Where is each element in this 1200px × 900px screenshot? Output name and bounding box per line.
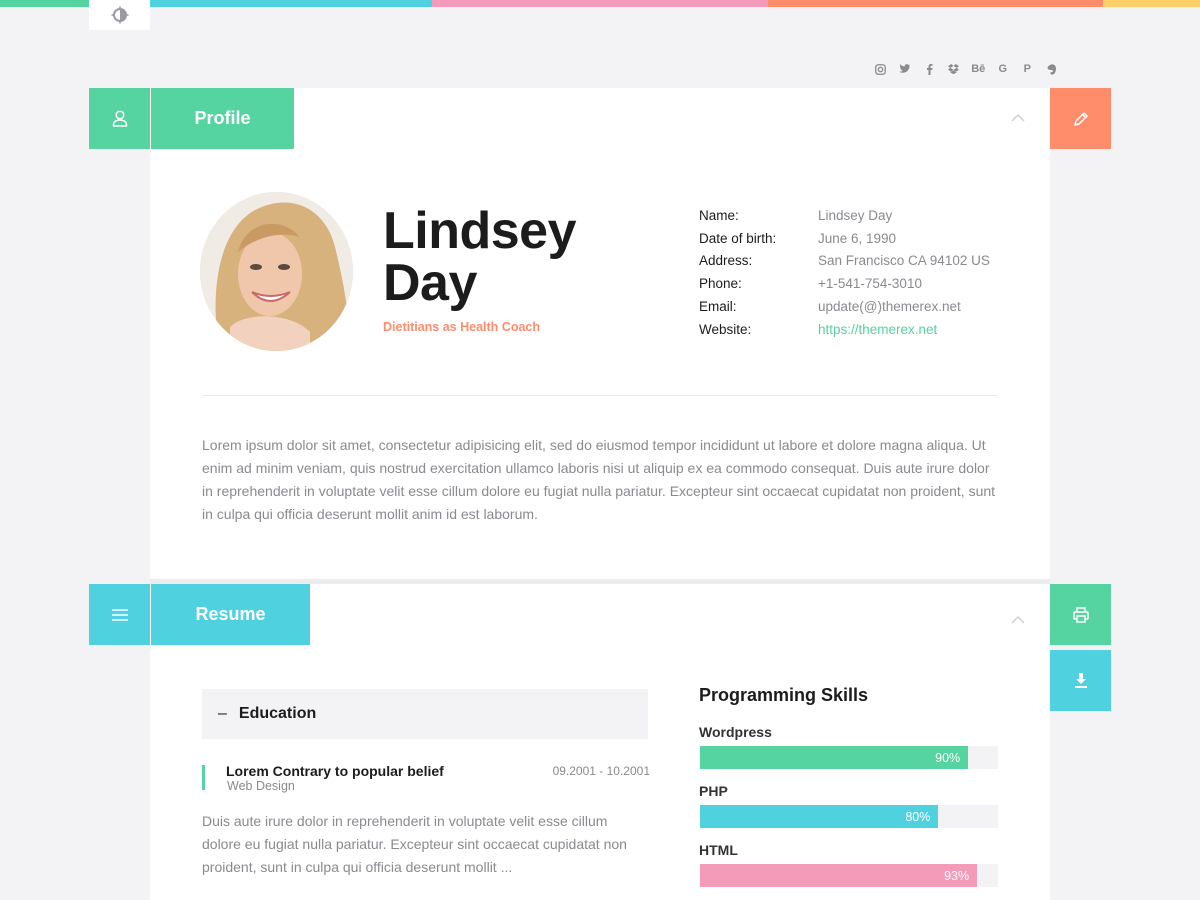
tab-profile[interactable]: Profile (151, 88, 294, 149)
info-value: Lindsey Day (818, 208, 893, 223)
info-row-website: Website: https://themerex.net (699, 319, 990, 342)
color-segment-orange (768, 0, 1103, 7)
profile-divider (202, 395, 998, 396)
color-segment-cyan (150, 0, 432, 7)
education-heading: Education (238, 705, 317, 722)
info-value: +1-541-754-3010 (818, 276, 922, 292)
profile-last-name: Day (383, 254, 477, 312)
website-link[interactable]: https://themerex.net (818, 319, 937, 342)
info-row-name: Name: Lindsey Day (699, 205, 990, 228)
instagram-icon[interactable] (868, 63, 893, 75)
menu-icon (111, 608, 128, 621)
info-label: Email: (699, 298, 737, 314)
collapse-resume-chevron-up-icon[interactable] (1010, 612, 1026, 628)
skill-percent: 93% (944, 868, 970, 883)
download-icon (1074, 672, 1087, 688)
info-label: Name: (699, 208, 739, 223)
profile-info-list: Name: Lindsey Day Date of birth: June 6, 1… (699, 205, 990, 341)
skill-fill-html: 93% (700, 864, 978, 887)
skill-bar-wordpress: 90% (700, 746, 998, 769)
edit-button[interactable] (1050, 88, 1111, 149)
education-accordion-header[interactable]: – Education (202, 689, 648, 739)
color-segment-yellow (1103, 0, 1200, 7)
printer-icon (1072, 606, 1089, 623)
education-item-date: 09.2001 - 10.2001 (552, 764, 650, 778)
user-icon (112, 110, 127, 127)
profile-role: Dietitians as Health Coach (383, 320, 540, 334)
info-row-dob: Date of birth: June 6, 1990 (699, 228, 990, 251)
evernote-icon[interactable] (1040, 63, 1065, 75)
info-label: Phone: (699, 276, 742, 292)
pinterest-icon[interactable]: P (1015, 63, 1040, 75)
social-links: Bē G P (868, 60, 1064, 78)
education-item-text: Duis aute irure dolor in reprehenderit i… (202, 813, 627, 875)
info-row-phone: Phone: +1-541-754-3010 (699, 273, 990, 296)
tab-resume[interactable]: Resume (151, 584, 310, 645)
info-value: update(@)themerex.net (818, 298, 961, 314)
skill-percent: 90% (935, 750, 961, 765)
info-label: Date of birth: (699, 230, 777, 246)
google-icon[interactable]: G (991, 63, 1016, 75)
skill-bar-php: 80% (700, 805, 998, 828)
profile-bio: Lorem ipsum dolor sit amet, consectetur … (202, 437, 996, 522)
education-item-title: Lorem Contrary to popular belief (226, 763, 444, 779)
dropbox-icon[interactable] (942, 64, 967, 74)
download-button[interactable] (1050, 650, 1111, 711)
education-item-accent (202, 765, 205, 790)
skill-fill-wordpress: 90% (700, 746, 969, 769)
resume-icon-tab[interactable] (89, 584, 150, 645)
skill-percent: 80% (905, 809, 931, 824)
info-row-email: Email: update(@)themerex.net (699, 296, 990, 319)
collapse-dash-icon: – (218, 705, 227, 722)
pencil-icon (1073, 111, 1088, 126)
info-label: Address: (699, 253, 753, 269)
info-row-address: Address: San Francisco CA 94102 US (699, 250, 990, 273)
profile-name: Lindsey Day (383, 202, 577, 312)
color-segment-green (0, 0, 89, 7)
skill-label-php: PHP (699, 783, 728, 799)
skill-label-wordpress: Wordpress (699, 724, 772, 740)
contrast-icon (111, 6, 128, 24)
profile-first-name: Lindsey (383, 202, 577, 260)
twitter-icon[interactable] (893, 64, 918, 74)
skill-bar-html: 93% (700, 864, 998, 887)
info-label: Website: (699, 321, 752, 337)
profile-photo (200, 192, 353, 351)
profile-icon-tab[interactable] (89, 88, 150, 149)
info-value: June 6, 1990 (818, 230, 897, 246)
behance-icon[interactable]: Bē (966, 63, 991, 75)
education-item-subtitle: Web Design (227, 779, 295, 793)
skill-fill-php: 80% (700, 805, 939, 828)
collapse-profile-chevron-up-icon[interactable] (1010, 110, 1026, 126)
top-color-bar (0, 0, 1200, 7)
print-button[interactable] (1050, 584, 1111, 645)
info-value: San Francisco CA 94102 US (818, 253, 990, 269)
skill-label-html: HTML (699, 842, 738, 858)
color-segment-pink (432, 0, 768, 7)
facebook-icon[interactable] (917, 63, 942, 75)
theme-toggle-button[interactable] (89, 0, 150, 30)
skills-title: Programming Skills (699, 685, 869, 705)
